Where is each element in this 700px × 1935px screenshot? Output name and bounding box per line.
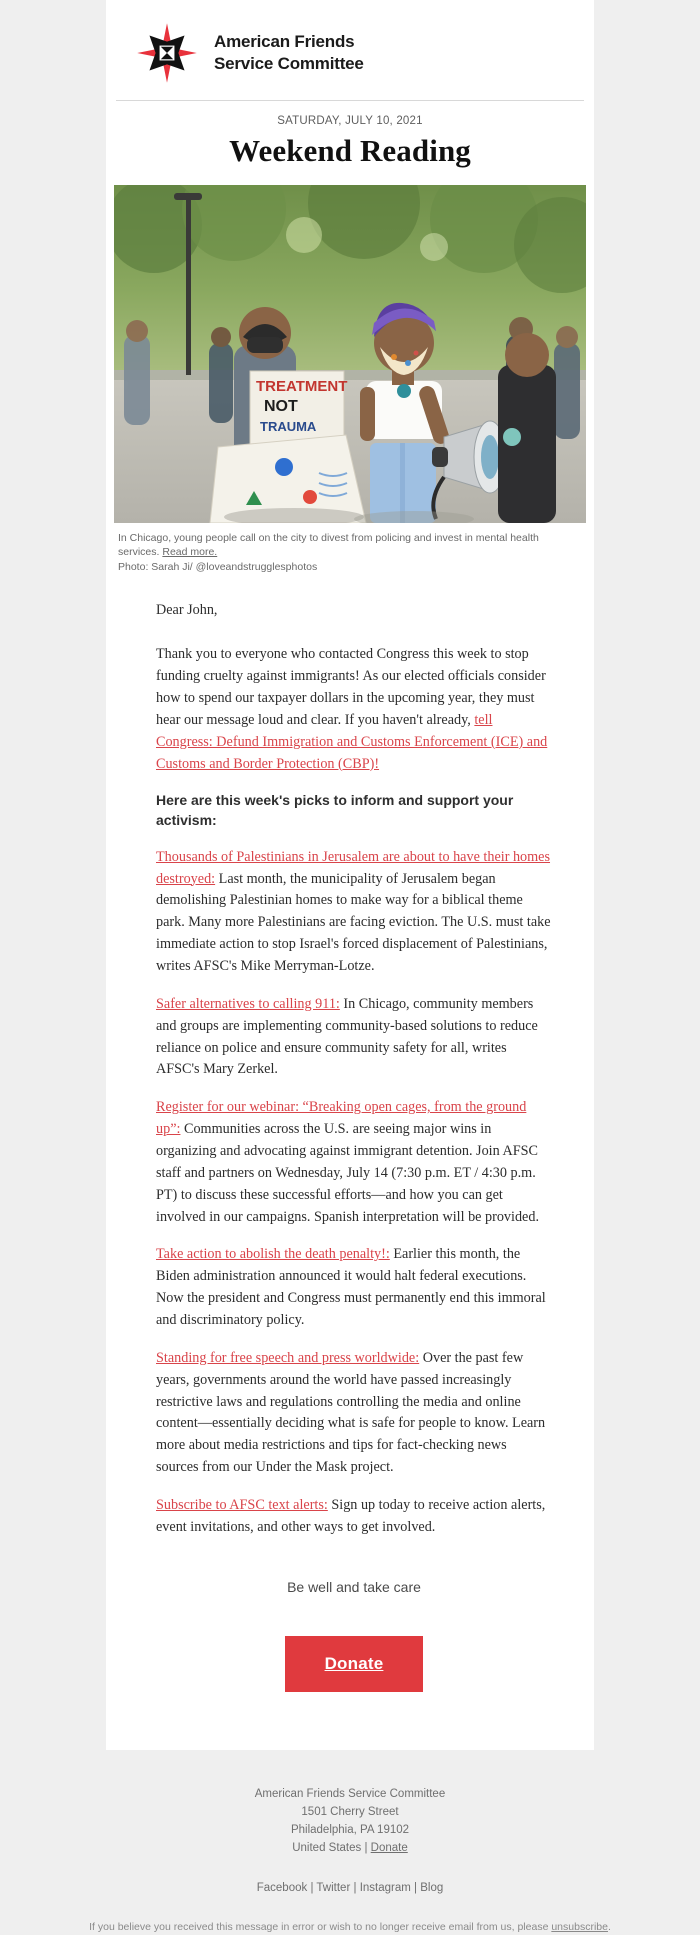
donate-button-wrap: Donate: [156, 1598, 552, 1740]
list-item: Take action to abolish the death penalty…: [156, 1244, 552, 1331]
svg-text:TRAUMA: TRAUMA: [260, 419, 317, 434]
footer-link-twitter[interactable]: Twitter: [316, 1882, 350, 1894]
svg-text:TREATMENT: TREATMENT: [256, 378, 347, 395]
footer-org: American Friends Service Committee: [60, 1786, 640, 1804]
svg-text:NOT: NOT: [264, 398, 298, 415]
email-body: Dear John, Thank you to everyone who con…: [106, 578, 594, 1750]
item-link-free-speech[interactable]: Standing for free speech and press world…: [156, 1350, 419, 1366]
email-header: American Friends Service Committee: [106, 0, 594, 100]
legal-text-before: If you believe you received this message…: [89, 1921, 551, 1933]
footer-link-facebook[interactable]: Facebook: [257, 1882, 308, 1894]
item-link-safer-alternatives[interactable]: Safer alternatives to calling 911:: [156, 996, 340, 1012]
greeting: Dear John,: [156, 600, 552, 622]
photo-credit: Photo: Sarah Ji/ @loveandstrugglesphotos: [118, 561, 317, 573]
footer-link-blog[interactable]: Blog: [420, 1882, 443, 1894]
item-text: Over the past few years, governments aro…: [156, 1350, 545, 1475]
social-separator: |: [350, 1882, 359, 1894]
intro-paragraph: Thank you to everyone who contacted Cong…: [156, 644, 552, 775]
list-item: Safer alternatives to calling 911: In Ch…: [156, 994, 552, 1081]
footer-separator: |: [361, 1842, 370, 1854]
item-text: Communities across the U.S. are seeing m…: [156, 1121, 539, 1224]
footer-country-line: United States | Donate: [60, 1840, 640, 1858]
issue-date: SATURDAY, JULY 10, 2021: [106, 101, 594, 127]
email-card: American Friends Service Committee SATUR…: [106, 0, 594, 1750]
picks-heading: Here are this week's picks to inform and…: [156, 791, 552, 830]
footer-street: 1501 Cherry Street: [60, 1804, 640, 1822]
hero-photo[interactable]: TREATMENT NOT TRAUMA: [114, 185, 586, 523]
read-more-link[interactable]: Read more.: [162, 546, 217, 558]
org-name-line1: American Friends: [214, 31, 364, 53]
legal-text-after: .: [608, 1921, 611, 1933]
afsc-star-logo-icon: [136, 22, 198, 84]
signoff: Be well and take care: [156, 1555, 552, 1599]
unsubscribe-link[interactable]: unsubscribe: [551, 1921, 608, 1933]
social-separator: |: [411, 1882, 420, 1894]
item-link-text-alerts[interactable]: Subscribe to AFSC text alerts:: [156, 1497, 328, 1513]
footer-country: United States: [292, 1842, 361, 1854]
org-name-line2: Service Committee: [214, 53, 364, 75]
hero-image-wrap: TREATMENT NOT TRAUMA: [106, 185, 594, 523]
footer-donate-link[interactable]: Donate: [371, 1842, 408, 1854]
email-footer: American Friends Service Committee 1501 …: [0, 1750, 700, 1935]
list-item: Register for our webinar: “Breaking open…: [156, 1097, 552, 1228]
page-title: Weekend Reading: [106, 127, 594, 185]
hero-caption: In Chicago, young people call on the cit…: [106, 523, 594, 578]
list-item: Standing for free speech and press world…: [156, 1348, 552, 1479]
list-item: Thousands of Palestinians in Jerusalem a…: [156, 847, 552, 978]
item-text: Last month, the municipality of Jerusale…: [156, 871, 551, 974]
org-name: American Friends Service Committee: [214, 31, 364, 75]
footer-link-instagram[interactable]: Instagram: [360, 1882, 411, 1894]
footer-city: Philadelphia, PA 19102: [60, 1822, 640, 1840]
list-item: Subscribe to AFSC text alerts: Sign up t…: [156, 1495, 552, 1539]
email-page: American Friends Service Committee SATUR…: [0, 0, 700, 1935]
donate-button[interactable]: Donate: [285, 1636, 424, 1692]
footer-legal: If you believe you received this message…: [60, 1898, 640, 1935]
footer-social-links: Facebook | Twitter | Instagram | Blog: [60, 1858, 640, 1898]
item-link-death-penalty[interactable]: Take action to abolish the death penalty…: [156, 1246, 390, 1262]
